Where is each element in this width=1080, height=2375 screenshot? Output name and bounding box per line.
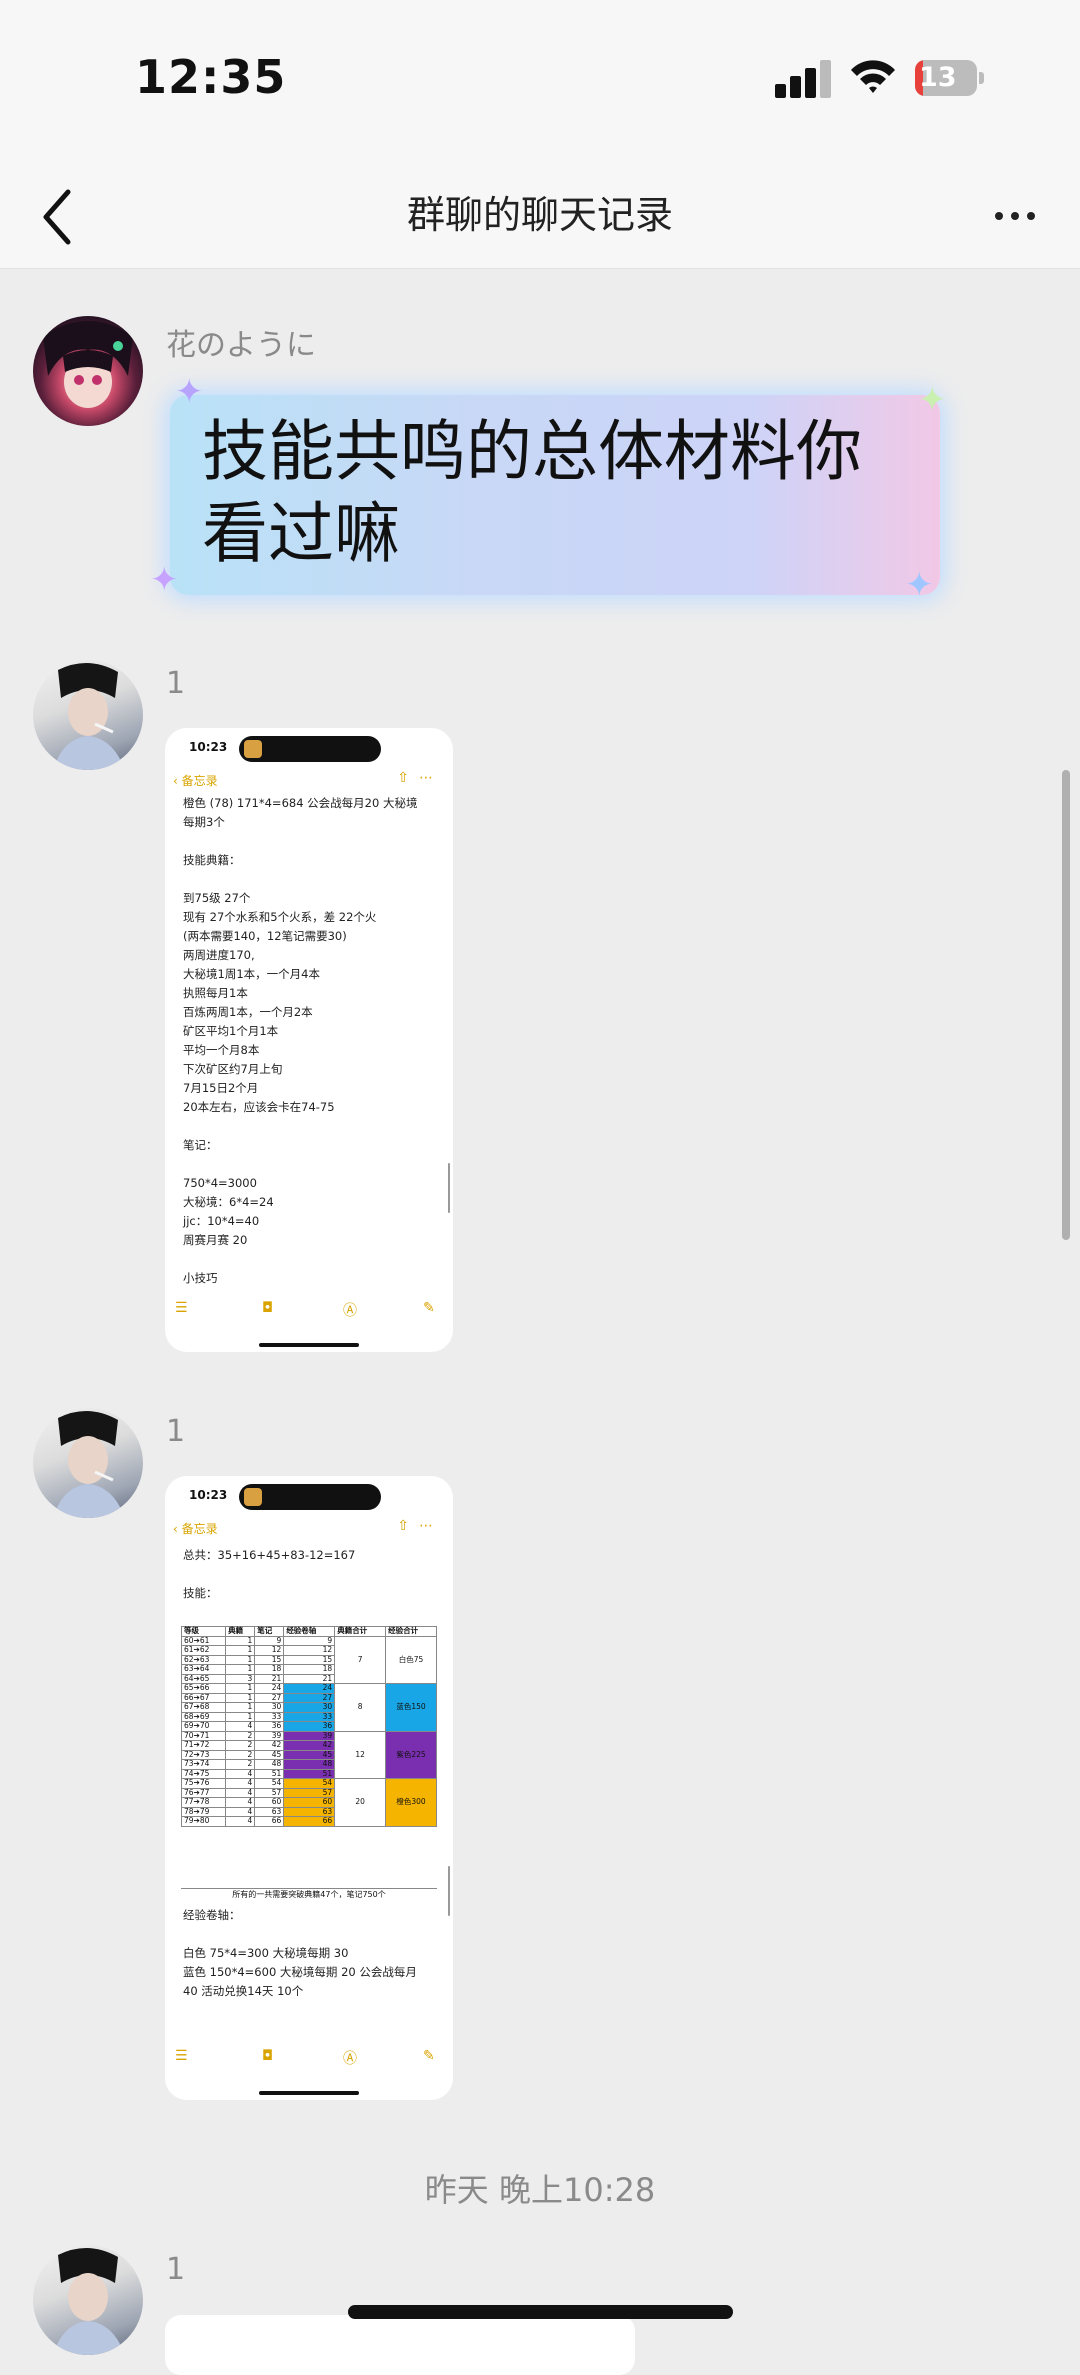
avatar[interactable] — [33, 316, 143, 426]
message-text: 技能共鸣的总体材料你看过嘛 — [202, 413, 862, 572]
table-header: 经验合计 — [385, 1626, 437, 1637]
group-exp: 蓝色150 — [385, 1683, 437, 1732]
message-bubble[interactable] — [165, 2315, 635, 2375]
sparkle-icon: ✦ — [150, 560, 179, 600]
table-header: 笔记 — [254, 1626, 285, 1637]
group-total: 7 — [334, 1635, 387, 1684]
dynamic-island — [239, 1484, 381, 1510]
table-row: 65➔66 1 24 24 8 蓝色150 — [180, 1683, 437, 1732]
group-exp: 橙色300 — [385, 1778, 437, 1827]
status-bar: 12:35 13 — [0, 0, 1080, 160]
notes-text: 橙色 (78) 171*4=684 公会战每月20 大秘境 每期3个 技能典籍：… — [183, 796, 418, 1285]
notes-toolbar: ☰ ◘ Ⓐ ✎ — [165, 1300, 453, 1330]
image-message[interactable]: 10:23 ‹ 备忘录 ⇧⋯ 总共：35+16+45+83-12=167 技能：… — [165, 1476, 453, 2100]
sender-name: 花のように — [166, 328, 316, 363]
notes-total: 总共：35+16+45+83-12=167 — [183, 1548, 356, 1562]
compose-icon: ✎ — [423, 2048, 435, 2064]
dynamic-island — [239, 736, 381, 762]
notes-skill-label: 技能： — [183, 1586, 218, 1600]
wifi-icon — [848, 56, 898, 96]
image-message[interactable]: 10:23 ‹ 备忘录 ⇧⋯ 橙色 (78) 171*4=684 公会战每月20… — [165, 728, 453, 1352]
home-indicator[interactable] — [348, 2305, 733, 2319]
table-header: 等级 — [180, 1626, 227, 1637]
markup-icon: Ⓐ — [343, 2051, 357, 2067]
group-exp: 白色75 — [385, 1635, 437, 1684]
message-bubble[interactable]: 技能共鸣的总体材料你看过嘛 — [170, 395, 940, 595]
timestamp: 昨天 晚上10:28 — [424, 2171, 656, 2209]
notes-back-label: ‹ 备忘录 — [173, 1522, 218, 1536]
nav-bar: 群聊的聊天记录 — [0, 160, 1080, 269]
scrollbar[interactable] — [1062, 770, 1070, 1240]
avatar[interactable] — [33, 1408, 143, 1518]
page-title: 群聊的聊天记录 — [406, 193, 673, 237]
group-total: 8 — [334, 1683, 387, 1732]
table-caption: 所有的一共需要突破典籍47个，笔记750个 — [181, 1888, 437, 1900]
camera-icon: ◘ — [262, 1300, 274, 1316]
table-row: 60➔61 1 9 9 7 白色75 — [180, 1635, 437, 1684]
screenshot-time: 10:23 — [189, 1488, 228, 1502]
avatar[interactable] — [33, 2245, 143, 2355]
sparkle-icon: ✦ — [905, 565, 934, 605]
sparkle-icon: ✦ — [175, 372, 204, 412]
notes-toolbar: ☰ ◘ Ⓐ ✎ — [165, 2048, 453, 2078]
table-header: 典籍合计 — [334, 1626, 387, 1637]
table-header: 经验卷轴 — [283, 1626, 336, 1637]
sender-name: 1 — [166, 2252, 186, 2287]
table-row: 75➔76 4 54 54 20 橙色300 — [180, 1778, 437, 1827]
status-time: 12:35 — [135, 50, 287, 104]
group-total: 20 — [334, 1778, 387, 1827]
group-total: 12 — [334, 1730, 387, 1779]
sender-name: 1 — [166, 666, 186, 701]
table-row: 70➔71 2 39 39 12 紫色225 — [180, 1730, 437, 1779]
checklist-icon: ☰ — [175, 1300, 188, 1316]
battery-level: 13 — [919, 62, 957, 93]
share-more-icon: ⇧⋯ — [397, 1518, 443, 1534]
battery-icon: 13 — [915, 60, 985, 96]
compose-icon: ✎ — [423, 1300, 435, 1316]
skill-table: 等级 典籍 笔记 经验卷轴 典籍合计 经验合计 60➔61 1 9 9 7 白色75 61➔62 1 12… — [180, 1626, 437, 1827]
share-more-icon: ⇧⋯ — [397, 770, 443, 786]
group-exp: 紫色225 — [385, 1730, 437, 1779]
notes-back-label: ‹ 备忘录 — [173, 774, 218, 788]
notes-text: 经验卷轴： 白色 75*4=300 大秘境每期 30 蓝色 150*4=600 … — [183, 1908, 417, 1998]
screenshot-time: 10:23 — [189, 740, 228, 754]
checklist-icon: ☰ — [175, 2048, 188, 2064]
more-options-button[interactable] — [980, 190, 1050, 240]
table-header: 典籍 — [225, 1626, 256, 1637]
avatar[interactable] — [33, 660, 143, 770]
sparkle-icon: ✦ — [918, 380, 947, 420]
sender-name: 1 — [166, 1414, 186, 1449]
camera-icon: ◘ — [262, 2048, 274, 2064]
markup-icon: Ⓐ — [343, 1303, 357, 1319]
cellular-signal-icon — [775, 58, 835, 98]
